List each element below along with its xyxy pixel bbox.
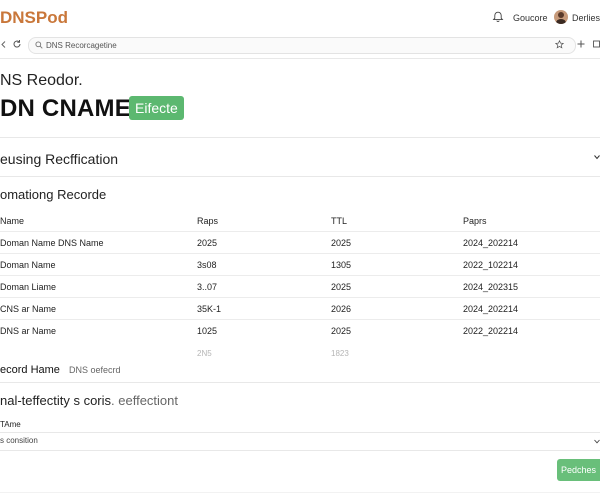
table-divider bbox=[0, 253, 600, 254]
table-cell-paprs: 2024_202315 bbox=[463, 282, 519, 292]
table-cell-paprs: 2024_202214 bbox=[463, 238, 519, 248]
window-icon[interactable] bbox=[593, 40, 600, 48]
page-title: DN CNAME bbox=[0, 95, 131, 122]
reload-icon[interactable] bbox=[12, 39, 22, 49]
table-cell-raps: 3..07 bbox=[197, 282, 218, 292]
table-cell-ttl: 2025 bbox=[331, 282, 352, 292]
table-cell-paprs: 2024_202214 bbox=[463, 304, 519, 314]
submit-button[interactable]: Pedches bbox=[557, 459, 600, 481]
divider bbox=[0, 58, 600, 59]
column-header-name[interactable]: Name bbox=[0, 216, 24, 226]
brand-logo[interactable]: DNSPod bbox=[0, 8, 68, 28]
column-header-raps[interactable]: Raps bbox=[197, 216, 218, 226]
bell-icon[interactable] bbox=[492, 11, 504, 23]
effectivity-heading-text: nal-teffectity s coris bbox=[0, 393, 112, 408]
star-icon[interactable] bbox=[555, 40, 564, 49]
table-cell-name: Doman Name bbox=[0, 260, 56, 270]
chevron-down-icon[interactable] bbox=[594, 154, 600, 160]
url-text[interactable]: DNS Recorcagetine bbox=[46, 41, 117, 50]
condition-select[interactable]: s consition bbox=[0, 436, 38, 445]
record-name-value: DNS oefecrd bbox=[69, 365, 121, 375]
divider bbox=[0, 492, 600, 493]
status-badge: Eifecte bbox=[129, 96, 184, 120]
user-name[interactable]: Derlies bbox=[572, 13, 600, 23]
table-cell-raps: 2025 bbox=[197, 238, 218, 248]
table-cell-paprs: 2022_102214 bbox=[463, 260, 519, 270]
table-cell-name: DNS ar Name bbox=[0, 326, 57, 336]
top-bar: DNSPod Goucore Derlies bbox=[0, 0, 600, 36]
page-subtitle: NS Reodor. bbox=[0, 72, 83, 89]
record-name-label: ecord Hame bbox=[0, 364, 60, 376]
name-field-label: TAme bbox=[0, 420, 21, 429]
table-cell-paprs: 2022_202214 bbox=[463, 326, 519, 336]
account-link[interactable]: Goucore bbox=[513, 13, 548, 23]
table-cell-raps: 1025 bbox=[197, 326, 218, 336]
table-cell-name: CNS ar Name bbox=[0, 304, 57, 314]
back-arrow-icon[interactable] bbox=[0, 40, 8, 49]
divider bbox=[0, 450, 600, 451]
table-divider bbox=[0, 275, 600, 276]
table-cell-faint: 2N5 bbox=[197, 349, 212, 358]
search-icon bbox=[35, 41, 43, 49]
divider bbox=[0, 176, 600, 177]
table-divider bbox=[0, 231, 600, 232]
plus-icon[interactable] bbox=[577, 40, 585, 48]
table-cell-raps: 3s08 bbox=[197, 260, 217, 270]
section-verification-header[interactable]: eusing Recffication bbox=[0, 151, 118, 167]
column-header-paprs[interactable]: Paprs bbox=[463, 216, 487, 226]
table-cell-ttl: 1305 bbox=[331, 260, 352, 270]
table-cell-raps: 35K-1 bbox=[197, 304, 222, 314]
table-cell-ttl: 2025 bbox=[331, 326, 352, 336]
table-cell-ttl: 2026 bbox=[331, 304, 352, 314]
table-cell-ttl: 2025 bbox=[331, 238, 352, 248]
effectivity-heading: nal-teffectity s coris. eeffectiont bbox=[0, 393, 178, 408]
effectivity-heading-suffix: . eeffectiont bbox=[111, 393, 179, 408]
table-cell-name: Doman Name DNS Name bbox=[0, 238, 104, 248]
table-cell-name: Doman Liame bbox=[0, 282, 57, 292]
divider bbox=[0, 382, 600, 383]
table-divider bbox=[0, 319, 600, 320]
divider bbox=[0, 432, 600, 433]
column-header-ttl[interactable]: TTL bbox=[331, 216, 347, 226]
table-divider bbox=[0, 297, 600, 298]
avatar[interactable] bbox=[554, 10, 568, 24]
divider bbox=[0, 137, 600, 138]
chevron-down-icon[interactable] bbox=[594, 439, 600, 444]
table-cell-faint: 1823 bbox=[331, 349, 349, 358]
section-records-title: omationg Recorde bbox=[0, 187, 107, 202]
